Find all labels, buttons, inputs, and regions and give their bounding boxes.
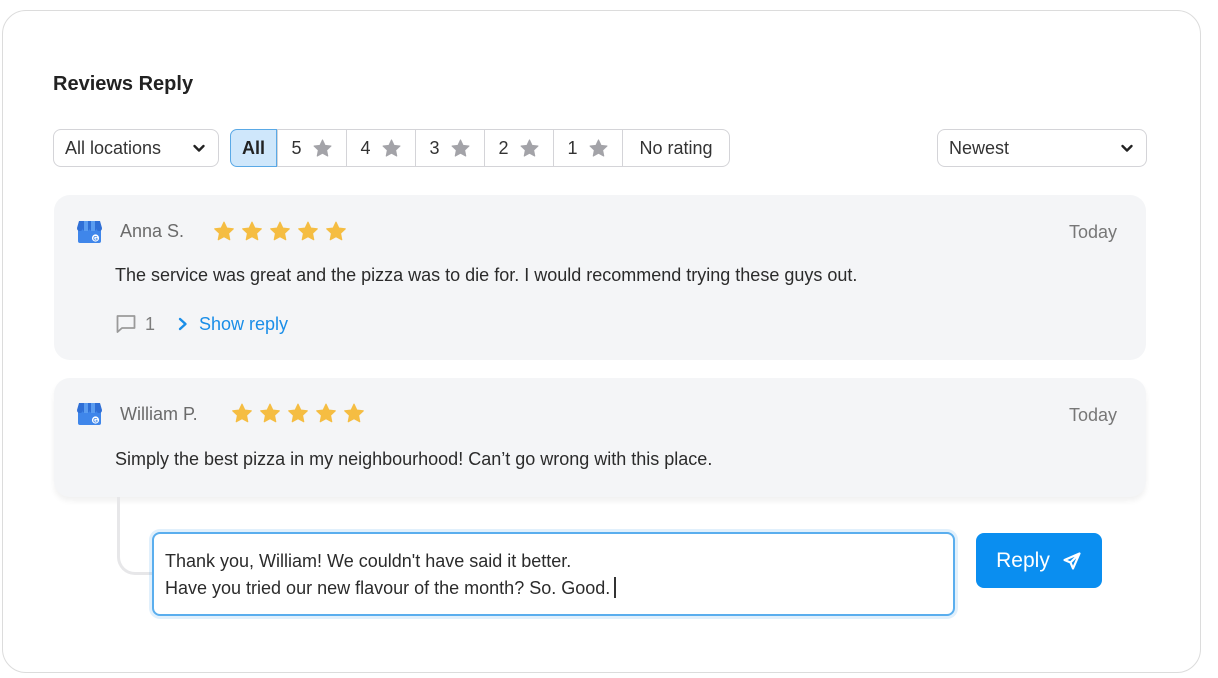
review-text: Simply the best pizza in my neighbourhoo… — [115, 449, 713, 469]
star-filled-icon — [326, 221, 346, 241]
reply-button[interactable]: Reply — [976, 533, 1102, 588]
rating-filter-1[interactable]: 1 — [553, 130, 622, 166]
comment-icon — [116, 315, 136, 333]
reply-button-label: Reply — [996, 548, 1050, 572]
svg-text:G: G — [93, 236, 98, 242]
star-rating — [212, 220, 348, 243]
rating-filter: All 5 4 3 2 1 No rating — [230, 129, 731, 167]
rating-filter-5[interactable]: 5 — [277, 130, 346, 166]
star-filled-icon — [232, 403, 252, 423]
reply-text-line-content: Have you tried our new flavour of the mo… — [165, 578, 611, 598]
reply-meta: 1 Show reply — [115, 313, 288, 335]
segment-label: 1 — [567, 137, 578, 158]
review-date: Today — [1068, 222, 1117, 242]
star-filled-icon — [270, 221, 290, 241]
star-icon — [313, 138, 332, 157]
rating-filter-3[interactable]: 3 — [415, 130, 484, 166]
google-my-business-icon: G — [77, 403, 102, 425]
review-date: Today — [1068, 405, 1117, 425]
review-card: G Anna S. Today The service was great an… — [54, 195, 1146, 360]
star-icon — [451, 138, 470, 157]
text-caret — [614, 577, 616, 598]
reply-text-line: Thank you, William! We couldn't have sai… — [165, 551, 572, 571]
thread-connector — [117, 497, 155, 575]
reply-textarea[interactable]: Thank you, William! We couldn't have sai… — [152, 532, 955, 616]
show-reply-link[interactable]: Show reply — [177, 314, 288, 335]
rating-filter-4[interactable]: 4 — [346, 130, 415, 166]
segment-label: 3 — [429, 137, 440, 158]
send-icon — [1063, 551, 1081, 570]
segment-label: All — [242, 137, 266, 158]
review-author: Anna S. — [120, 221, 185, 241]
star-icon — [589, 138, 608, 157]
star-filled-icon — [242, 221, 262, 241]
review-text: The service was great and the pizza was … — [115, 265, 858, 285]
review-card: G William P. Today Simply the best pizza… — [54, 378, 1146, 497]
chevron-down-icon — [1121, 144, 1133, 152]
star-filled-icon — [288, 403, 308, 423]
star-filled-icon — [344, 403, 364, 423]
star-filled-icon — [298, 221, 318, 241]
segment-label: 5 — [291, 137, 302, 158]
show-reply-label: Show reply — [199, 313, 289, 334]
star-filled-icon — [316, 403, 336, 423]
google-my-business-icon: G — [77, 221, 102, 243]
chevron-down-icon — [193, 144, 205, 152]
reply-text-line: Have you tried our new flavour of the mo… — [165, 575, 942, 602]
svg-text:G: G — [93, 418, 98, 424]
segment-label: No rating — [639, 137, 713, 158]
page-title: Reviews Reply — [53, 73, 194, 95]
star-rating — [230, 402, 366, 425]
sort-select[interactable]: Newest — [937, 129, 1147, 167]
reply-count: 1 — [145, 313, 156, 334]
star-filled-icon — [260, 403, 280, 423]
rating-filter-no-rating[interactable]: No rating — [622, 130, 729, 166]
sort-select-value: Newest — [949, 137, 1010, 158]
star-filled-icon — [214, 221, 234, 241]
location-select[interactable]: All locations — [53, 129, 219, 167]
rating-filter-2[interactable]: 2 — [484, 130, 553, 166]
segment-label: 2 — [498, 137, 509, 158]
review-author: William P. — [120, 404, 198, 424]
location-select-value: All locations — [65, 137, 162, 158]
chevron-right-icon — [178, 317, 187, 331]
star-icon — [382, 138, 401, 157]
star-icon — [520, 138, 539, 157]
rating-filter-all[interactable]: All — [230, 129, 278, 167]
segment-label: 4 — [360, 137, 371, 158]
